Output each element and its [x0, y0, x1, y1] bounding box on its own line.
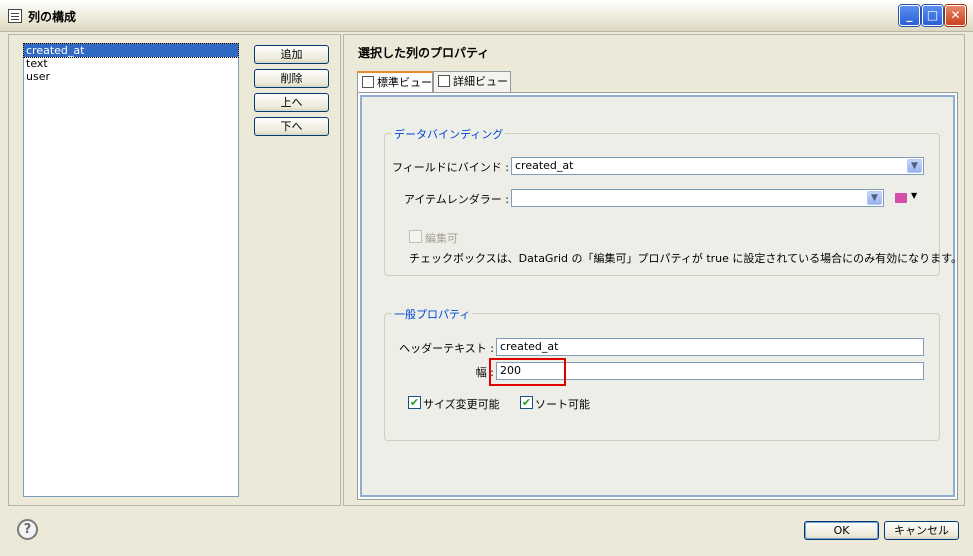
help-icon[interactable]: ? — [17, 519, 38, 540]
list-button-column: 追加 削除 上へ 下へ — [254, 45, 329, 141]
window-title: 列の構成 — [28, 10, 77, 24]
resizable-label: サイズ変更可能 — [423, 398, 500, 411]
width-label: 幅 : — [475, 366, 494, 379]
bind-field-value: created_at — [515, 159, 574, 172]
general-properties-group: 一般プロパティ ヘッダーテキスト : created_at 幅 : 200 ✔ … — [384, 306, 940, 441]
item-renderer-combo[interactable]: ▼ — [511, 189, 884, 207]
cancel-button[interactable]: キャンセル — [884, 521, 959, 540]
properties-panel: 選択した列のプロパティ 標準ビュー 詳細ビュー データバインディング フィールド… — [343, 34, 965, 506]
maximize-button[interactable]: □ — [922, 5, 943, 26]
highlight-box — [489, 358, 566, 386]
properties-title: 選択した列のプロパティ — [358, 46, 490, 60]
list-item[interactable]: text — [24, 57, 238, 70]
minimize-button[interactable]: _ — [899, 5, 920, 26]
maximize-icon: □ — [926, 8, 939, 22]
move-down-button[interactable]: 下へ — [254, 117, 329, 136]
sortable-checkbox[interactable]: ✔ — [520, 396, 533, 409]
item-renderer-label: アイテムレンダラー : — [403, 193, 509, 206]
chevron-down-icon[interactable]: ▼ — [907, 159, 922, 173]
list-item[interactable]: created_at — [23, 43, 239, 58]
sortable-label: ソート可能 — [535, 398, 590, 411]
title-bar[interactable]: 列の構成 _ □ ✕ — [0, 0, 973, 32]
ok-button[interactable]: OK — [804, 521, 879, 540]
close-icon: ✕ — [950, 8, 961, 22]
tab-detail-view[interactable]: 詳細ビュー — [433, 71, 511, 93]
header-text-value: created_at — [500, 340, 559, 353]
close-button[interactable]: ✕ — [945, 5, 966, 26]
dropdown-arrow-icon[interactable]: ▼ — [911, 191, 917, 200]
group-label: 一般プロパティ — [392, 306, 473, 322]
folder-icon[interactable] — [895, 193, 907, 203]
bind-field-label: フィールドにバインド : — [392, 161, 509, 174]
editable-checkbox[interactable] — [409, 230, 422, 243]
add-button[interactable]: 追加 — [254, 45, 329, 64]
detail-view-icon — [438, 75, 450, 87]
minimize-icon: _ — [906, 8, 913, 22]
group-label: データバインディング — [392, 126, 506, 142]
header-text-input[interactable]: created_at — [496, 338, 924, 356]
dialog-window: 列の構成 _ □ ✕ created_at text user 追加 削除 上へ… — [0, 0, 973, 556]
tab-label: 標準ビュー — [377, 76, 432, 89]
header-text-label: ヘッダーテキスト : — [399, 342, 494, 355]
list-item[interactable]: user — [24, 70, 238, 83]
tab-label: 詳細ビュー — [453, 75, 508, 88]
delete-button[interactable]: 削除 — [254, 69, 329, 88]
standard-view-icon — [362, 76, 374, 88]
resizable-checkbox[interactable]: ✔ — [408, 396, 421, 409]
bind-field-combo[interactable]: created_at ▼ — [511, 157, 924, 175]
chevron-down-icon[interactable]: ▼ — [867, 191, 882, 205]
tab-content: データバインディング フィールドにバインド : created_at ▼ アイテ… — [357, 92, 962, 500]
columns-listbox[interactable]: created_at text user — [23, 43, 239, 497]
standard-view-frame: データバインディング フィールドにバインド : created_at ▼ アイテ… — [360, 95, 962, 497]
tab-standard-view[interactable]: 標準ビュー — [357, 71, 433, 94]
data-binding-group: データバインディング フィールドにバインド : created_at ▼ アイテ… — [384, 126, 962, 276]
editable-label: 編集可 — [425, 232, 458, 245]
editable-note: チェックボックスは、DataGrid の「編集可」プロパティが true に設定… — [409, 252, 962, 265]
table-icon — [8, 9, 22, 23]
columns-panel: created_at text user 追加 削除 上へ 下へ — [8, 34, 341, 506]
move-up-button[interactable]: 上へ — [254, 93, 329, 112]
